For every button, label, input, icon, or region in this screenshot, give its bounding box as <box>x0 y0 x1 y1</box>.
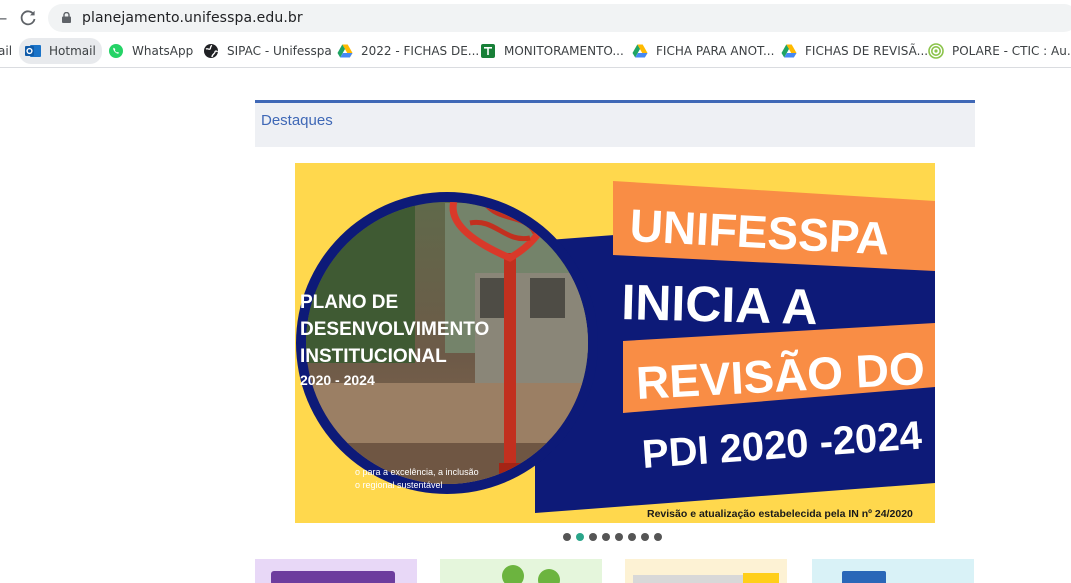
headline-line-2: INICIA A <box>621 274 819 335</box>
bookmark-mail[interactable]: ail <box>0 38 12 64</box>
card-1[interactable] <box>255 559 417 583</box>
bookmark-label: MONITORAMENTO... <box>504 44 624 58</box>
carousel-dot[interactable] <box>589 533 597 541</box>
browser-address-row: ← planejamento.unifesspa.edu.br <box>0 0 1071 36</box>
banner-footer-note: Revisão e atualização estabelecida pela … <box>647 508 913 520</box>
gear-icon <box>538 569 560 583</box>
bookmark-label: POLARE - CTIC : Au... <box>952 44 1071 58</box>
address-bar[interactable]: planejamento.unifesspa.edu.br <box>48 4 1071 32</box>
globe-icon <box>204 44 219 58</box>
pdi-title-line-1: PLANO DE <box>300 292 398 313</box>
reload-icon[interactable] <box>18 8 38 28</box>
google-drive-icon <box>632 44 648 58</box>
bookmark-sipac[interactable]: SIPAC - Unifesspa <box>203 38 332 64</box>
bookmark-label: FICHAS DE REVISÃ... <box>805 44 929 58</box>
bookmark-monitoramento[interactable]: MONITORAMENTO... <box>480 38 624 64</box>
card-4[interactable] <box>812 559 974 583</box>
back-arrow-icon[interactable]: ← <box>0 9 7 28</box>
bookmark-ficha-anot[interactable]: FICHA PARA ANOT... <box>632 38 774 64</box>
carousel-indicators <box>563 533 662 541</box>
carousel-dot[interactable] <box>628 533 636 541</box>
carousel-dot[interactable] <box>563 533 571 541</box>
bookmarks-bar: ail Hotmail WhatsApp SIPAC - Unifesspa 2… <box>0 36 1071 68</box>
carousel-dot[interactable] <box>654 533 662 541</box>
section-title: Destaques <box>261 112 333 129</box>
gear-icon <box>502 565 524 583</box>
bookmark-whatsapp[interactable]: WhatsApp <box>108 38 193 64</box>
bookmark-polare[interactable]: POLARE - CTIC : Au... <box>928 38 1071 64</box>
bookmark-hotmail[interactable]: Hotmail <box>19 38 102 64</box>
carousel-banner[interactable]: PLANO DE DESENVOLVIMENTO INSTITUCIONAL 2… <box>295 163 935 523</box>
bookmark-label: FICHA PARA ANOT... <box>656 44 775 58</box>
card-1-bar <box>271 571 395 583</box>
bookmark-label: 2022 - FICHAS DE... <box>361 44 480 58</box>
whatsapp-icon <box>109 44 123 58</box>
pdi-caption-line-1: o para a excelência, a inclusão <box>355 467 479 477</box>
google-sheets-icon <box>481 44 495 58</box>
carousel-dot[interactable] <box>615 533 623 541</box>
card-3-block <box>743 573 779 583</box>
bookmark-label: Hotmail <box>49 44 96 58</box>
pdi-caption-line-2: o regional sustentável <box>355 480 443 490</box>
bookmark-label: WhatsApp <box>132 44 194 58</box>
banner-graphic: PLANO DE DESENVOLVIMENTO INSTITUCIONAL 2… <box>296 181 935 520</box>
card-2[interactable] <box>440 559 602 583</box>
bookmark-label: SIPAC - Unifesspa <box>227 44 332 58</box>
cards-row <box>255 559 975 583</box>
bookmark-fichas-2022[interactable]: 2022 - FICHAS DE... <box>337 38 479 64</box>
url-text: planejamento.unifesspa.edu.br <box>82 10 303 26</box>
carousel-dot-active[interactable] <box>576 533 584 541</box>
outlook-icon <box>25 45 41 57</box>
card-4-block <box>842 571 886 583</box>
card-3-bar <box>633 575 743 583</box>
destaques-header: Destaques <box>255 100 975 147</box>
google-drive-icon <box>337 44 353 58</box>
card-3[interactable] <box>625 559 787 583</box>
lock-icon[interactable] <box>62 12 71 23</box>
pdi-years: 2020 - 2024 <box>300 372 375 388</box>
pdi-title-line-2: DESENVOLVIMENTO <box>300 319 489 340</box>
pdi-title-line-3: INSTITUCIONAL <box>300 346 447 367</box>
carousel-dot[interactable] <box>602 533 610 541</box>
bookmark-label: ail <box>0 44 13 58</box>
google-drive-icon <box>781 44 797 58</box>
polare-icon <box>928 43 944 59</box>
carousel-dot[interactable] <box>641 533 649 541</box>
bookmark-fichas-revisao[interactable]: FICHAS DE REVISÃ... <box>781 38 928 64</box>
